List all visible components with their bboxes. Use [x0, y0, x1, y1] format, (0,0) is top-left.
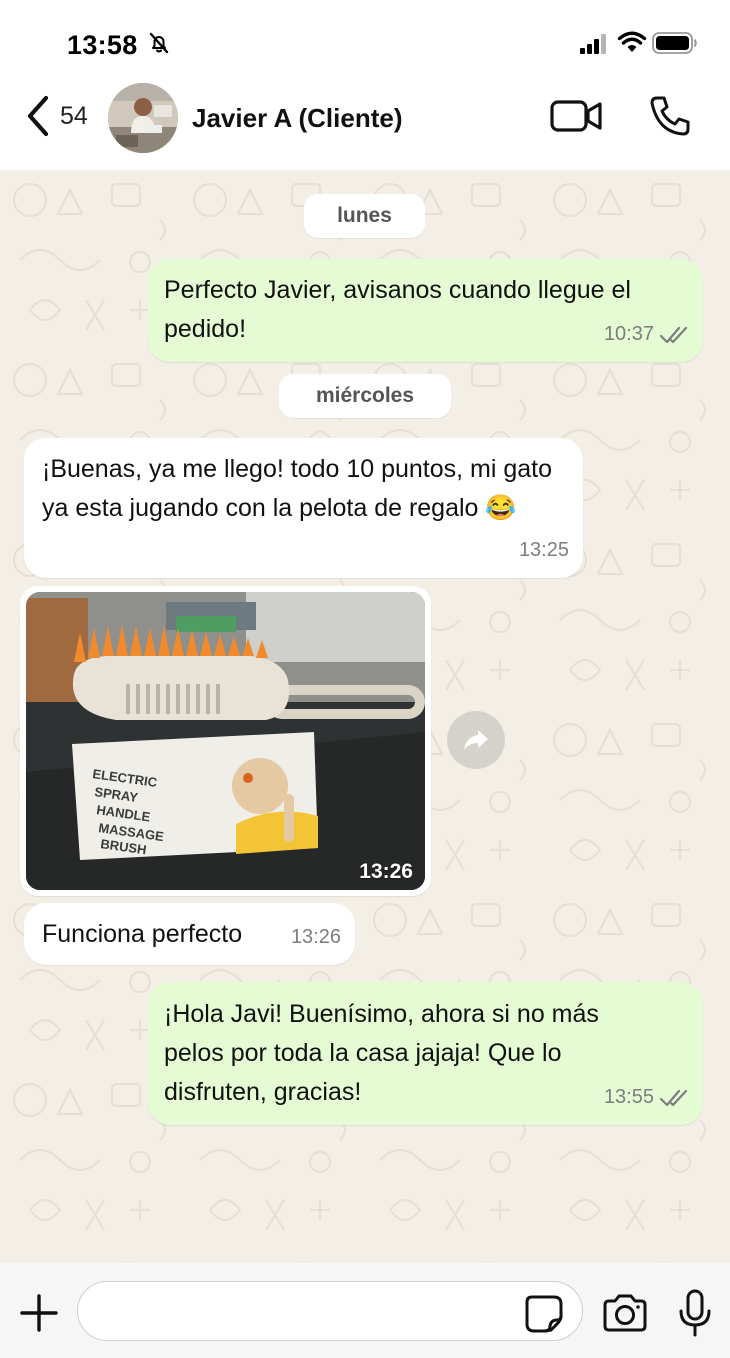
contact-name[interactable]: Javier A (Cliente): [192, 103, 402, 134]
photo-content: ELECTRIC SPRAY HANDLE MASSAGE BRUSH: [26, 592, 425, 890]
back-button[interactable]: 54: [24, 94, 104, 138]
image-message[interactable]: ELECTRIC SPRAY HANDLE MASSAGE BRUSH 13:2…: [20, 586, 431, 896]
double-check-icon: [659, 1089, 688, 1106]
battery-icon: [652, 32, 697, 54]
message-photo[interactable]: ELECTRIC SPRAY HANDLE MASSAGE BRUSH 13:2…: [26, 592, 425, 890]
message-meta: 13:25: [519, 531, 569, 570]
bell-off-icon: [149, 32, 169, 54]
microphone-icon[interactable]: [678, 1289, 712, 1337]
video-call-button[interactable]: [550, 96, 604, 136]
message-input[interactable]: [77, 1281, 583, 1341]
message-outgoing[interactable]: ¡Hola Javi! Buenísimo, ahora si no más p…: [148, 982, 703, 1125]
cellular-signal-icon: [580, 34, 606, 54]
message-meta: 13:26: [291, 918, 341, 957]
voice-call-button[interactable]: [648, 94, 692, 138]
double-check-icon: [659, 326, 688, 343]
sticker-icon[interactable]: [524, 1294, 564, 1334]
message-time: 13:25: [518, 539, 569, 561]
message-incoming[interactable]: Funciona perfecto 13:26: [24, 903, 355, 965]
unread-count: 54: [60, 101, 88, 130]
avatar[interactable]: [108, 83, 178, 153]
message-incoming[interactable]: ¡Buenas, ya me llego! todo 10 puntos, mi…: [24, 438, 583, 578]
wifi-icon: [617, 31, 647, 52]
composer-bar: [0, 1263, 730, 1358]
camera-icon[interactable]: [601, 1293, 649, 1333]
status-bar: 13:58: [0, 0, 730, 80]
message-time: 13:26: [359, 860, 413, 883]
chevron-left-icon: [27, 95, 49, 137]
message-outgoing[interactable]: Perfecto Javier, avisanos cuando llegue …: [148, 259, 703, 362]
emoji: 😂: [485, 494, 517, 522]
forward-icon: [464, 730, 488, 750]
date-label: miércoles: [315, 384, 415, 407]
message-meta: 10:37: [604, 315, 689, 354]
avatar-photo: [108, 83, 178, 153]
forward-button[interactable]: [447, 711, 505, 769]
status-time: 13:58: [67, 30, 138, 60]
message-meta: 13:55: [604, 1078, 689, 1117]
plus-icon[interactable]: [19, 1293, 59, 1333]
message-time: 13:26: [290, 926, 341, 948]
date-separator: miércoles: [279, 374, 451, 418]
message-time: 10:37: [603, 323, 654, 345]
date-label: lunes: [337, 204, 392, 227]
message-text: ¡Hola Javi! Buenísimo, ahora si no más p…: [164, 1000, 599, 1106]
message-text: ¡Buenas, ya me llego! todo 10 puntos, mi…: [42, 455, 553, 522]
date-separator: lunes: [304, 194, 425, 238]
message-time: 13:55: [603, 1086, 654, 1108]
chat-header: 54 Javier A (Cliente): [0, 80, 730, 170]
chat-area[interactable]: lunes Perfecto Javier, avisanos cuando l…: [0, 170, 730, 1263]
